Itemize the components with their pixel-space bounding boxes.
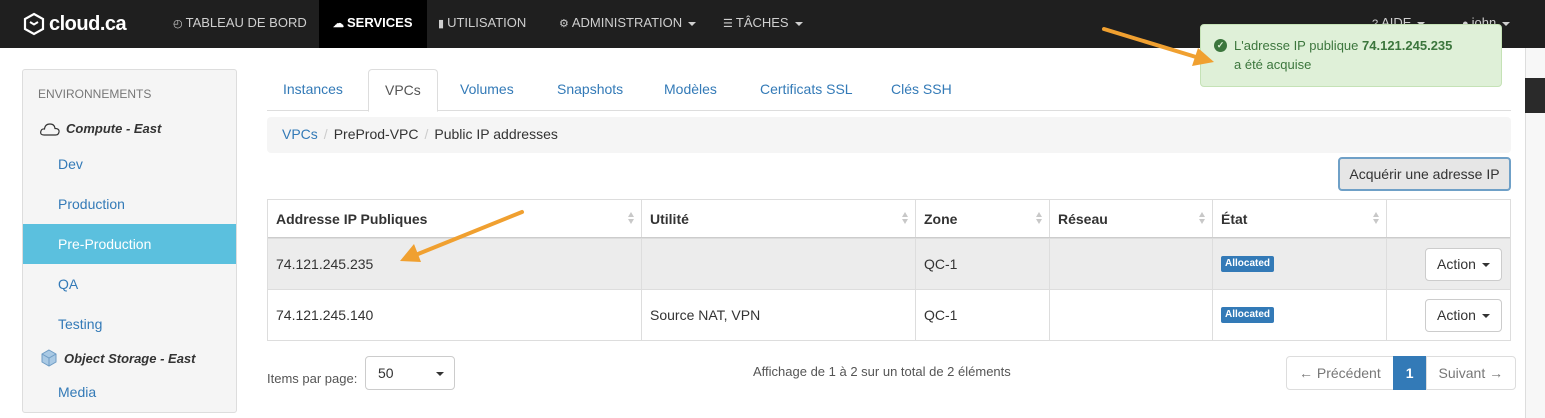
pagination-next[interactable]: Suivant →	[1425, 356, 1517, 390]
pagination-page-1[interactable]: 1	[1392, 356, 1427, 390]
tab-ssl-certificates[interactable]: Certificats SSL	[744, 69, 869, 111]
sidebar-group-compute-east: Compute - East	[40, 121, 161, 136]
list-icon: ☰	[723, 17, 733, 30]
chevron-down-icon	[688, 21, 697, 26]
tab-instances[interactable]: Instances	[267, 69, 359, 111]
breadcrumb-vpcs[interactable]: VPCs	[282, 126, 318, 142]
chevron-down-icon	[1502, 21, 1511, 26]
tab-templates[interactable]: Modèles	[648, 69, 733, 111]
cell-purpose	[641, 239, 915, 289]
column-header-state[interactable]: État	[1212, 200, 1386, 237]
pagination-previous[interactable]: ← Précédent	[1286, 356, 1394, 390]
cloud-outline-icon	[40, 122, 60, 136]
sidebar-heading: ENVIRONNEMENTS	[38, 87, 152, 101]
storage-icon	[41, 349, 57, 367]
status-badge: Allocated	[1221, 307, 1275, 323]
sidebar-item-production[interactable]: Production	[23, 184, 236, 224]
sort-icon	[1199, 212, 1206, 224]
cell-state: Allocated	[1212, 239, 1386, 289]
sort-icon	[902, 212, 909, 224]
check-circle-icon: ✓	[1214, 39, 1227, 52]
breadcrumb-current: Public IP addresses	[434, 126, 558, 142]
column-header-zone[interactable]: Zone	[915, 200, 1049, 237]
sort-icon	[628, 212, 635, 224]
success-toast[interactable]: ✓ L'adresse IP publique 74.121.245.235 a…	[1200, 24, 1502, 87]
chevron-down-icon	[1481, 314, 1490, 319]
column-header-actions	[1386, 200, 1510, 237]
environments-sidebar: ENVIRONNEMENTS Compute - East Dev Produc…	[22, 69, 237, 413]
dashboard-icon: ◴	[173, 17, 183, 30]
acquire-ip-button[interactable]: Acquérir une adresse IP	[1338, 157, 1511, 191]
cell-actions: Action	[1386, 239, 1510, 289]
sort-icon	[1036, 212, 1043, 224]
background-window-bar	[1525, 78, 1545, 113]
sidebar-item-media[interactable]: Media	[23, 372, 236, 412]
status-badge: Allocated	[1221, 256, 1275, 272]
nav-usage[interactable]: ▮ UTILISATION	[430, 0, 534, 48]
cell-purpose: Source NAT, VPN	[641, 290, 915, 340]
breadcrumb-vpc[interactable]: PreProd-VPC	[334, 126, 419, 142]
pagination-summary: Affichage de 1 à 2 sur un total de 2 élé…	[753, 364, 1011, 379]
action-dropdown-button[interactable]: Action	[1425, 299, 1502, 332]
cube-logo-icon	[23, 12, 45, 36]
items-per-page-label: Items par page:	[267, 371, 358, 386]
column-header-purpose[interactable]: Utilité	[641, 200, 915, 237]
tab-snapshots[interactable]: Snapshots	[541, 69, 639, 111]
tab-ssh-keys[interactable]: Clés SSH	[875, 69, 968, 111]
tab-vpcs[interactable]: VPCs	[368, 69, 438, 112]
items-per-page-select[interactable]: 50	[365, 356, 455, 390]
sidebar-item-dev[interactable]: Dev	[23, 144, 236, 184]
nav-services[interactable]: ☁ SERVICES	[319, 0, 427, 48]
nav-tasks[interactable]: ☰ TÂCHES	[715, 0, 811, 48]
column-header-network[interactable]: Réseau	[1049, 200, 1212, 237]
table-header-row: Addresse IP Publiques Utilité Zone Résea…	[268, 200, 1510, 238]
tab-volumes[interactable]: Volumes	[444, 69, 530, 111]
sidebar-item-testing[interactable]: Testing	[23, 304, 236, 344]
cell-ip: 74.121.245.140	[276, 307, 374, 323]
table-row: 74.121.245.235 QC-1 Allocated Action	[268, 238, 1510, 289]
sidebar-item-qa[interactable]: QA	[23, 264, 236, 304]
chevron-down-icon	[794, 21, 803, 26]
toast-message: L'adresse IP publique 74.121.245.235 a é…	[1234, 38, 1453, 72]
brand-logo[interactable]: cloud.ca	[22, 10, 127, 38]
cell-state: Allocated	[1212, 290, 1386, 340]
sidebar-group-object-storage-east: Object Storage - East	[40, 349, 195, 367]
breadcrumb: VPCs / PreProd-VPC / Public IP addresses	[267, 117, 1511, 153]
cell-ip: 74.121.245.235	[276, 256, 374, 272]
nav-dashboard[interactable]: ◴ TABLEAU DE BORD	[165, 0, 315, 48]
nav-administration[interactable]: ⚙ ADMINISTRATION	[551, 0, 704, 48]
brand-name: cloud.ca	[49, 12, 127, 35]
cell-zone: QC-1	[915, 239, 1049, 289]
public-ip-table: Addresse IP Publiques Utilité Zone Résea…	[267, 199, 1511, 341]
cloud-icon: ☁	[333, 17, 344, 30]
pagination: ← Précédent 1 Suivant →	[1286, 356, 1517, 390]
cell-network	[1049, 239, 1212, 289]
cell-zone: QC-1	[915, 290, 1049, 340]
cell-network	[1049, 290, 1212, 340]
chevron-down-icon	[436, 372, 444, 376]
sidebar-item-pre-production[interactable]: Pre-Production	[23, 224, 236, 264]
column-header-ip[interactable]: Addresse IP Publiques	[268, 200, 641, 237]
cell-actions: Action	[1386, 290, 1510, 340]
sort-icon	[1373, 212, 1380, 224]
gear-icon: ⚙	[559, 17, 569, 30]
table-row: 74.121.245.140 Source NAT, VPN QC-1 Allo…	[268, 289, 1510, 340]
action-dropdown-button[interactable]: Action	[1425, 248, 1502, 281]
toast-ip: 74.121.245.235	[1362, 38, 1453, 53]
chevron-down-icon	[1481, 263, 1490, 268]
bar-chart-icon: ▮	[438, 17, 445, 30]
